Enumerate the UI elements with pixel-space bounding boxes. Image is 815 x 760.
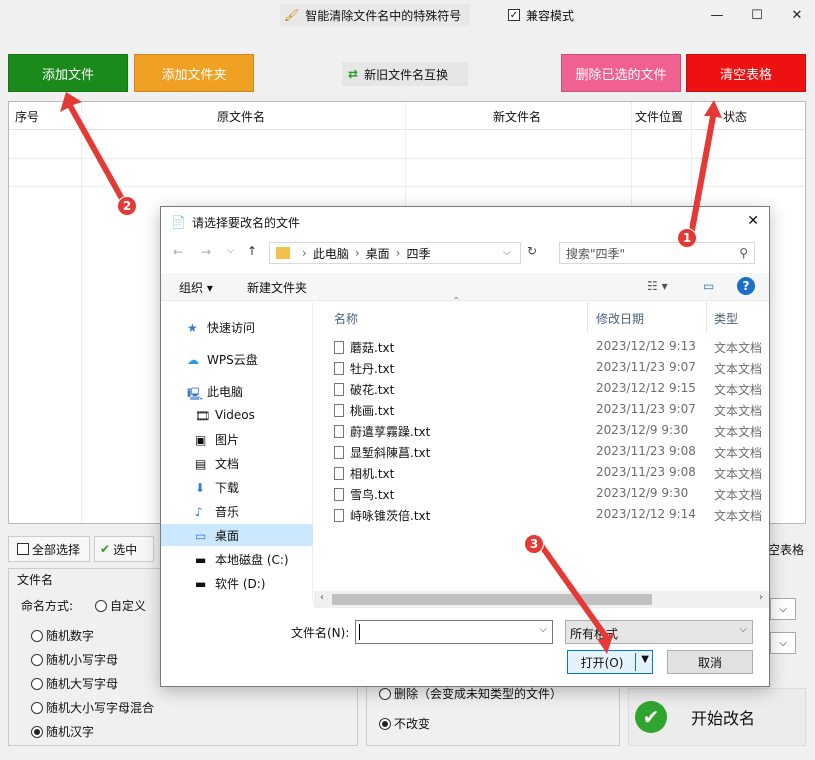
annotation-badge-3: 3 <box>524 534 544 554</box>
annotation-arrows <box>60 92 722 654</box>
annotation-badge-2: 2 <box>117 196 137 216</box>
annotation-badge-1: 1 <box>677 228 697 248</box>
